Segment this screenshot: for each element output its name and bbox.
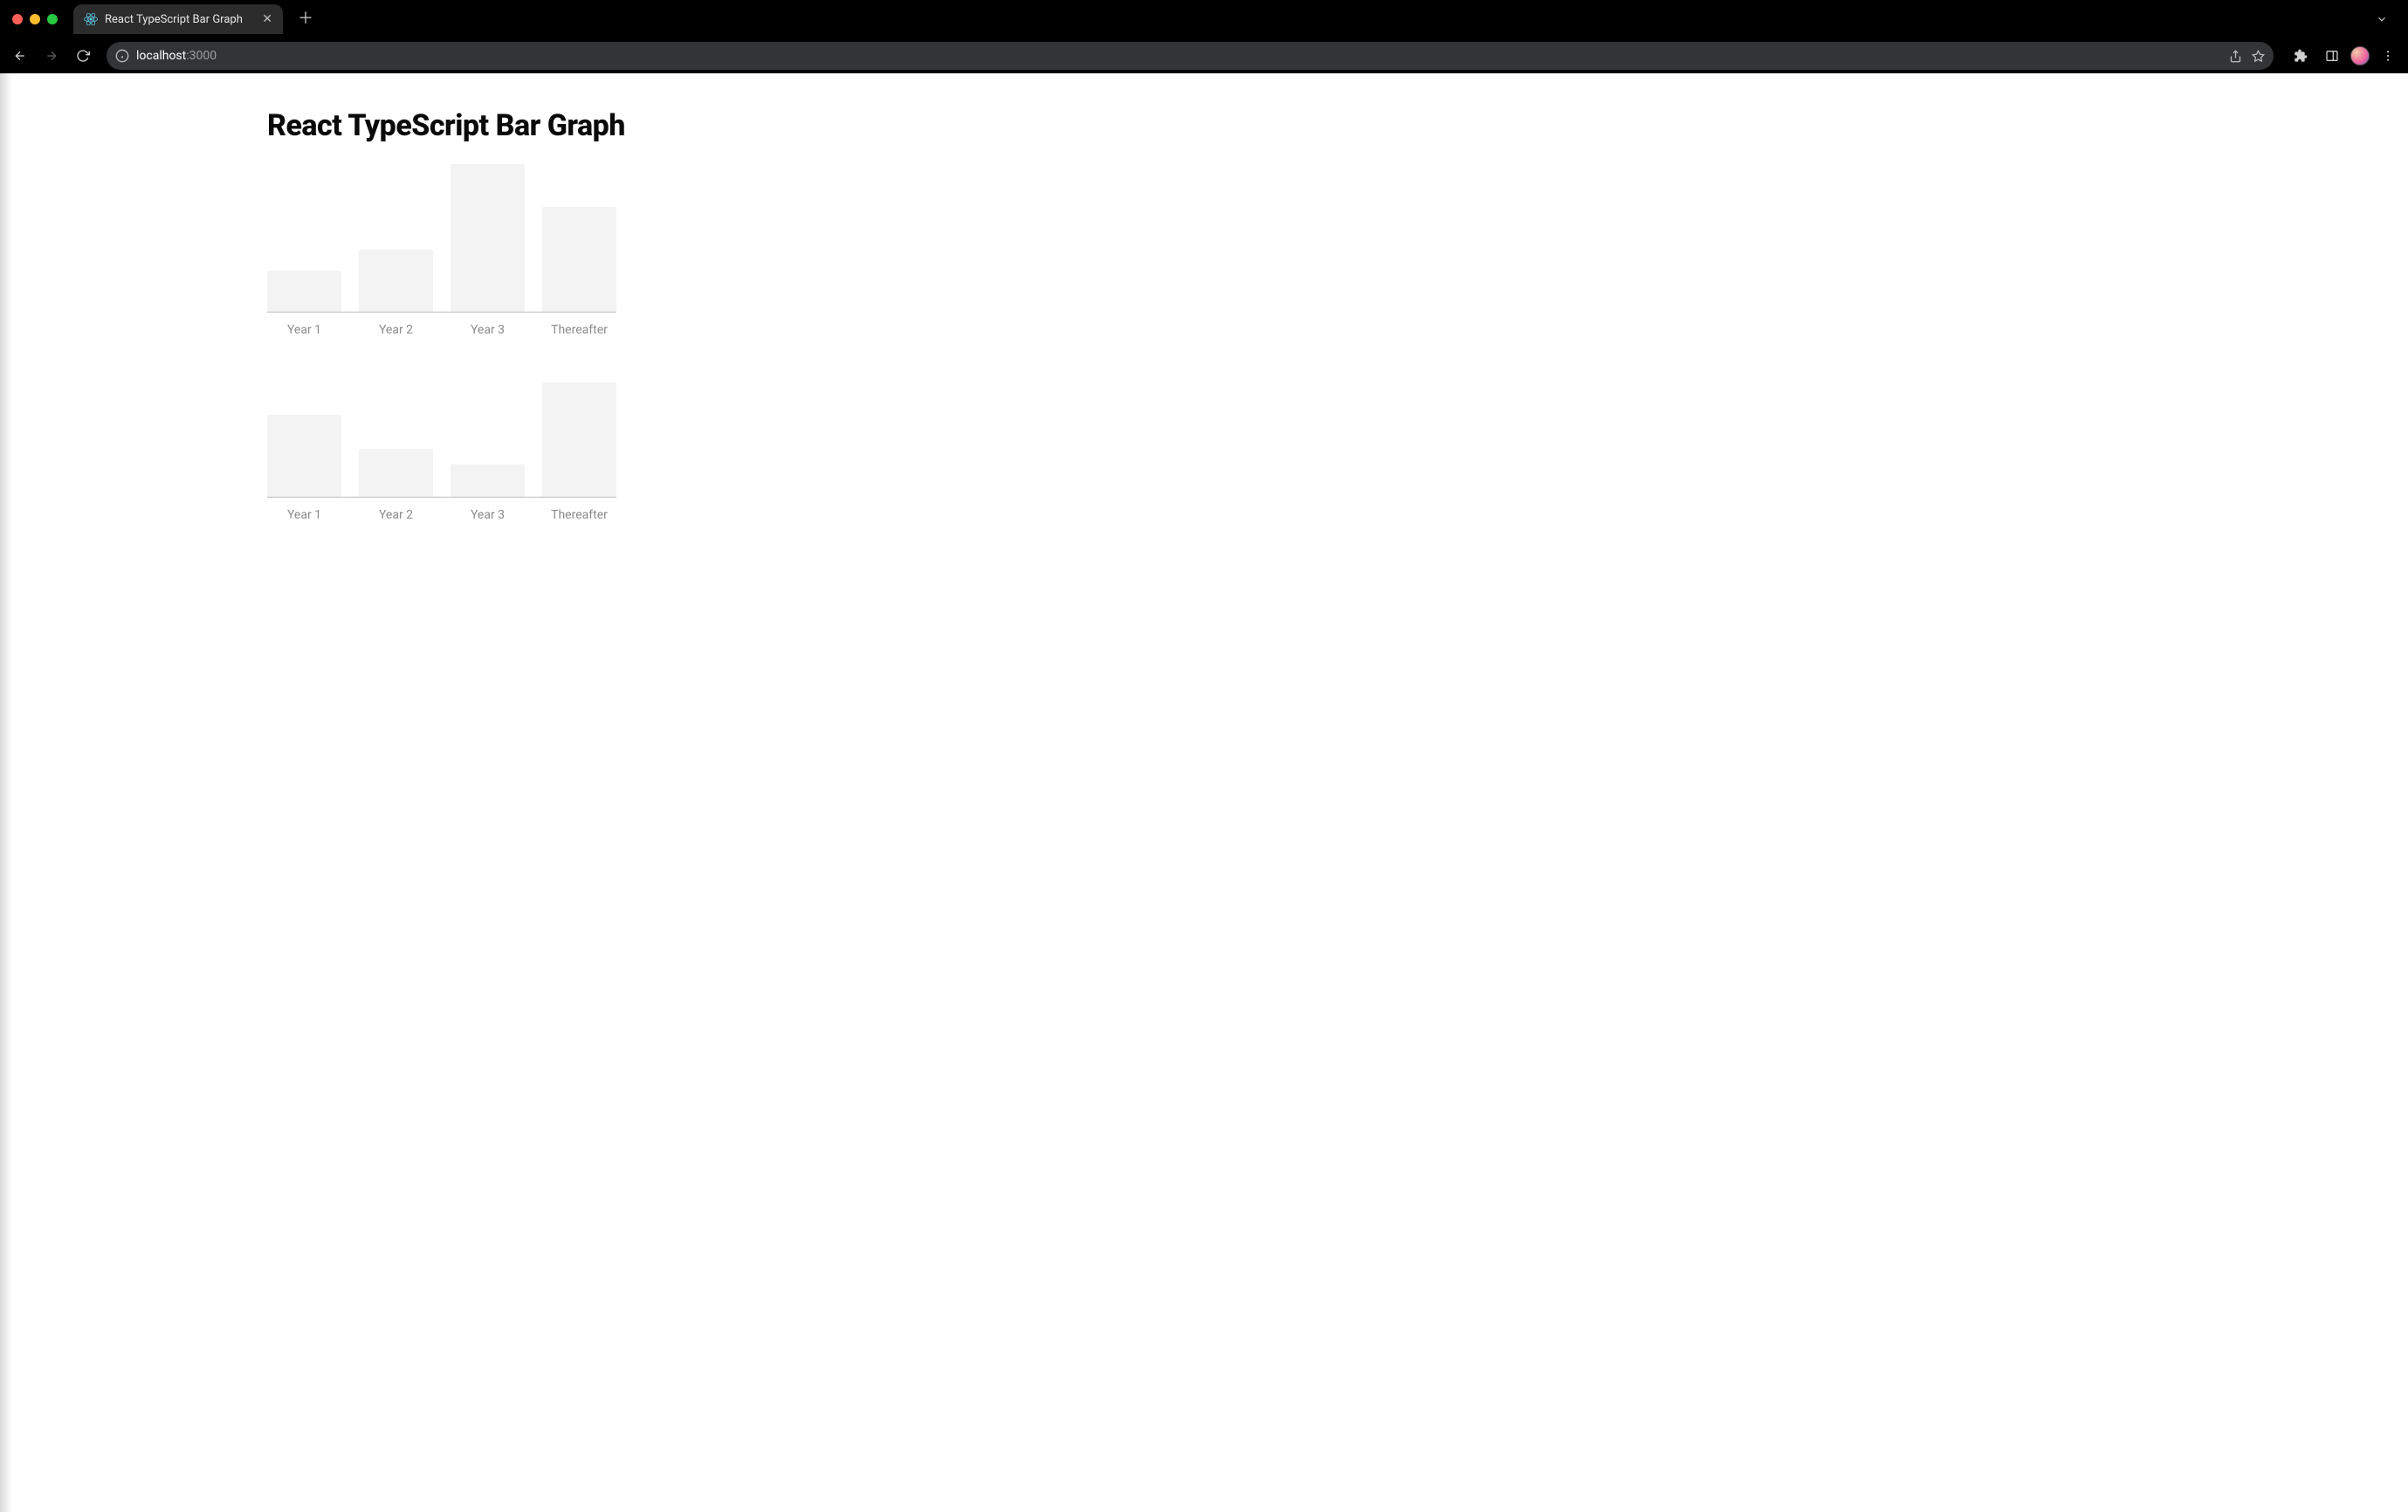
x-tick-label: Year 1 (267, 323, 341, 337)
nav-back-button[interactable] (7, 43, 33, 69)
bar (542, 382, 616, 497)
x-tick-label: Thereafter (542, 508, 616, 522)
bar-chart-2-labels: Year 1 Year 2 Year 3 Thereafter (267, 508, 616, 522)
bookmark-star-icon[interactable] (2251, 49, 2265, 63)
window-close-button[interactable] (12, 14, 23, 24)
side-panel-icon[interactable] (2319, 43, 2345, 69)
bar (542, 207, 616, 312)
browser-tab[interactable]: React TypeScript Bar Graph ✕ (73, 4, 283, 34)
bar (359, 449, 433, 497)
bar-chart-1-plot (267, 164, 616, 313)
share-icon[interactable] (2228, 49, 2242, 63)
bar-chart-1: Year 1 Year 2 Year 3 Thereafter (267, 164, 616, 337)
url-port: :3000 (186, 49, 217, 63)
viewport-edge-shadow (0, 73, 12, 1512)
profile-avatar[interactable] (2350, 46, 2370, 65)
bar (267, 271, 341, 312)
bar (267, 415, 341, 497)
nav-forward-button[interactable] (38, 43, 65, 69)
bar (451, 464, 525, 497)
url-text: localhost:3000 (136, 49, 2221, 63)
window-minimize-button[interactable] (30, 14, 40, 24)
window-controls (12, 14, 58, 24)
browser-window: React TypeScript Bar Graph ✕ ＋ localhost… (0, 0, 2408, 1512)
toolbar-right (2288, 43, 2401, 69)
x-tick-label: Year 3 (451, 508, 525, 522)
page-viewport: React TypeScript Bar Graph Year 1Year 2Y… (0, 73, 2408, 1512)
x-tick-label: Year 1 (267, 508, 341, 522)
tab-strip: React TypeScript Bar Graph ✕ ＋ (0, 0, 2408, 38)
bar (359, 250, 433, 312)
tab-title: React TypeScript Bar Graph (105, 13, 243, 26)
x-tick-label: Year 2 (359, 508, 433, 522)
x-tick-label: Year 2 (359, 323, 433, 337)
new-tab-button[interactable]: ＋ (293, 7, 318, 31)
x-tick-label: Thereafter (542, 323, 616, 337)
page-content: React TypeScript Bar Graph Year 1Year 2Y… (267, 73, 1140, 522)
address-bar[interactable]: localhost:3000 (107, 42, 2274, 70)
react-favicon-icon (84, 12, 98, 26)
x-tick-label: Year 3 (451, 323, 525, 337)
tab-close-button[interactable]: ✕ (262, 13, 272, 25)
bar-chart-1-labels: Year 1 Year 2 Year 3 Thereafter (267, 323, 616, 337)
nav-reload-button[interactable] (70, 43, 96, 69)
bar-chart-2: Year 1 Year 2 Year 3 Thereafter (267, 382, 616, 522)
tabs-menu-button[interactable] (2370, 7, 2394, 31)
bar-chart-2-plot (267, 382, 616, 498)
url-host: localhost (136, 49, 186, 63)
menu-kebab-icon[interactable] (2375, 43, 2401, 69)
bar (451, 164, 525, 312)
site-info-icon[interactable] (115, 49, 129, 63)
window-zoom-button[interactable] (47, 14, 58, 24)
page-heading: React TypeScript Bar Graph (267, 108, 1140, 143)
extensions-icon[interactable] (2288, 43, 2314, 69)
browser-toolbar: localhost:3000 (0, 38, 2408, 73)
